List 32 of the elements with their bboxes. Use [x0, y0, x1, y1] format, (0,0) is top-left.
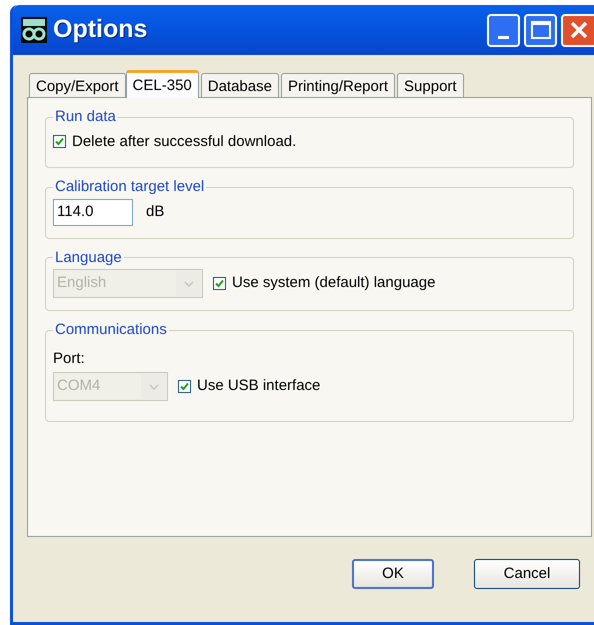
minimize-icon — [498, 36, 509, 38]
group-title: Calibration target level — [54, 177, 206, 197]
maximize-button[interactable] — [524, 14, 557, 46]
checkbox-label: Use system (default) language — [232, 273, 436, 294]
group-title: Communications — [54, 320, 168, 340]
minimize-button[interactable] — [487, 14, 520, 46]
dropdown-value: COM4 — [56, 376, 102, 396]
window-title: Options — [53, 14, 148, 46]
close-button[interactable] — [561, 14, 594, 46]
chevron-icon — [141, 374, 166, 399]
level-input-field[interactable]: 114.0 — [53, 198, 133, 226]
unit-label: dB — [146, 202, 164, 222]
tab[interactable]: Copy/Export — [29, 73, 126, 97]
tab[interactable]: Support — [397, 73, 464, 97]
chevron-icon — [176, 271, 201, 296]
checkbox[interactable] — [213, 277, 226, 290]
checkbox-label: Use USB interface — [197, 376, 320, 396]
tab[interactable]: Printing/Report — [280, 73, 396, 97]
app-logo-icon — [21, 17, 47, 43]
dialog-button[interactable]: Cancel — [474, 559, 580, 589]
checkbox[interactable] — [53, 135, 66, 148]
dropdown-value: English — [56, 273, 108, 294]
group-title: Language — [54, 248, 123, 268]
dialog-button[interactable]: OK — [352, 559, 434, 589]
group-title: Run data — [54, 107, 117, 127]
maximize-icon — [530, 21, 550, 39]
tab[interactable]: CEL-350 — [126, 70, 199, 98]
tab[interactable]: Database — [200, 73, 279, 97]
close-icon — [570, 21, 588, 39]
checkbox[interactable] — [178, 380, 191, 393]
port-label: Port: — [53, 348, 86, 368]
checkbox-label: Delete after successful download. — [72, 132, 296, 152]
